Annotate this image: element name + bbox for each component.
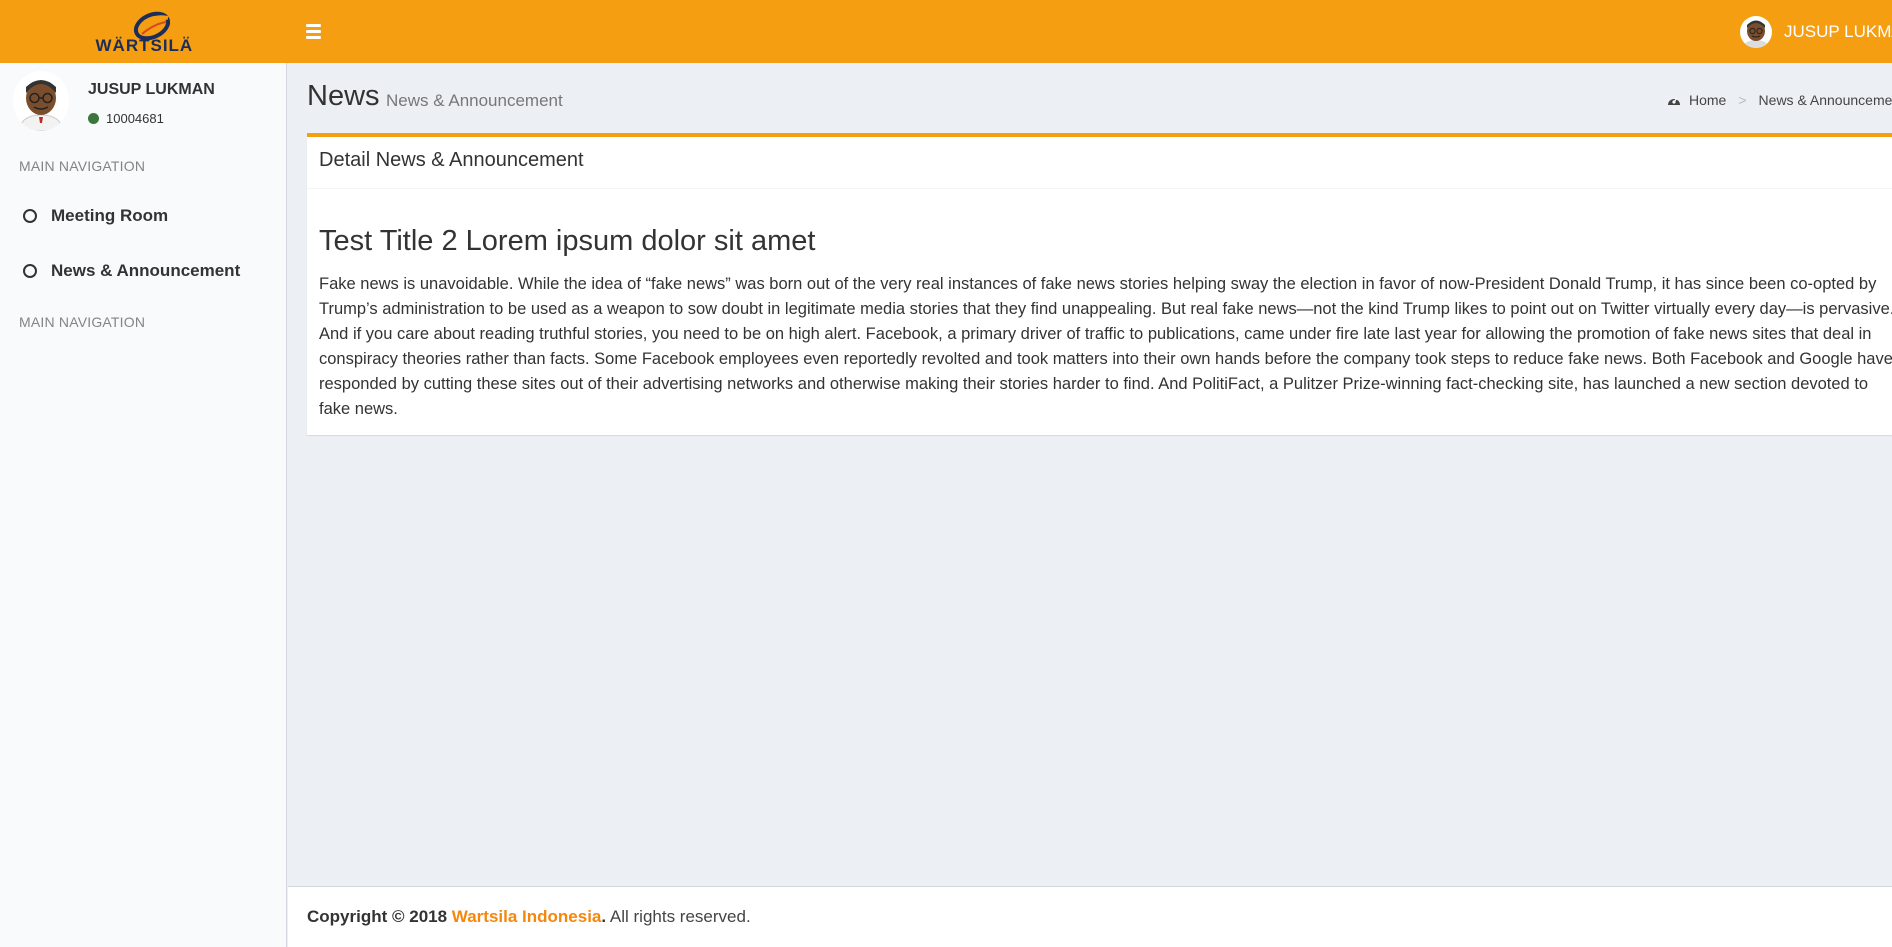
- box-body: Test Title 2 Lorem ipsum dolor sit amet …: [307, 189, 1892, 434]
- sidebar-item-meeting-room[interactable]: Meeting Room: [0, 194, 286, 238]
- user-panel: JUSUP LUKMAN 10004681: [13, 71, 273, 137]
- page-title: News: [307, 80, 380, 112]
- breadcrumb: Home > News & Announcement: [1667, 92, 1892, 108]
- circle-outline-icon: [23, 209, 37, 223]
- page-subtitle: News & Announcement: [386, 91, 563, 110]
- logo-text: WÄRTSILÄ: [95, 35, 194, 55]
- sidebar-user-name: JUSUP LUKMAN: [88, 81, 215, 98]
- content-header: News News & Announcement Home > News & A…: [307, 80, 1892, 120]
- avatar: [1740, 15, 1772, 48]
- user-menu[interactable]: JUSUP LUKMAN: [1740, 0, 1892, 63]
- sidebar-item-label: News & Announcement: [51, 261, 241, 280]
- sidebar: JUSUP LUKMAN 10004681 MAIN NAVIGATION Me…: [0, 63, 287, 947]
- top-navbar: WÄRTSILÄ JUSUP LUKMAN: [0, 0, 1892, 63]
- hamburger-menu-icon[interactable]: [302, 20, 326, 42]
- user-name: JUSUP LUKMAN: [1784, 21, 1892, 41]
- footer-copyright: Copyright © 2018: [307, 907, 448, 926]
- breadcrumb-home-link[interactable]: Home: [1689, 92, 1726, 108]
- article-title: Test Title 2 Lorem ipsum dolor sit amet: [319, 225, 816, 257]
- footer: Copyright © 2018 Wartsila Indonesia. All…: [288, 886, 1892, 947]
- avatar: [13, 71, 69, 131]
- dashboard-icon: [1668, 97, 1680, 105]
- nav-header: MAIN NAVIGATION: [19, 158, 146, 174]
- sidebar-item-news-announcement[interactable]: News & Announcement: [0, 249, 286, 293]
- sidebar-user-id: 10004681: [106, 111, 164, 126]
- sidebar-user-status: 10004681: [88, 111, 164, 126]
- footer-company-link[interactable]: Wartsila Indonesia: [452, 907, 602, 926]
- breadcrumb-current: News & Announcement: [1758, 92, 1892, 108]
- news-detail-box: Detail News & Announcement Test Title 2 …: [307, 133, 1892, 435]
- logo[interactable]: WÄRTSILÄ: [0, 0, 287, 63]
- box-header: Detail News & Announcement: [307, 137, 1892, 189]
- circle-outline-icon: [23, 264, 37, 278]
- breadcrumb-separator: >: [1738, 92, 1747, 108]
- wartsila-logo: WÄRTSILÄ: [96, 6, 192, 58]
- article-body: Fake news is unavoidable. While the idea…: [319, 275, 1892, 418]
- nav-header: MAIN NAVIGATION: [19, 314, 146, 330]
- footer-rights: All rights reserved.: [606, 907, 751, 926]
- online-dot-icon: [88, 113, 99, 124]
- box-title: Detail News & Announcement: [319, 149, 584, 171]
- sidebar-item-label: Meeting Room: [51, 206, 169, 225]
